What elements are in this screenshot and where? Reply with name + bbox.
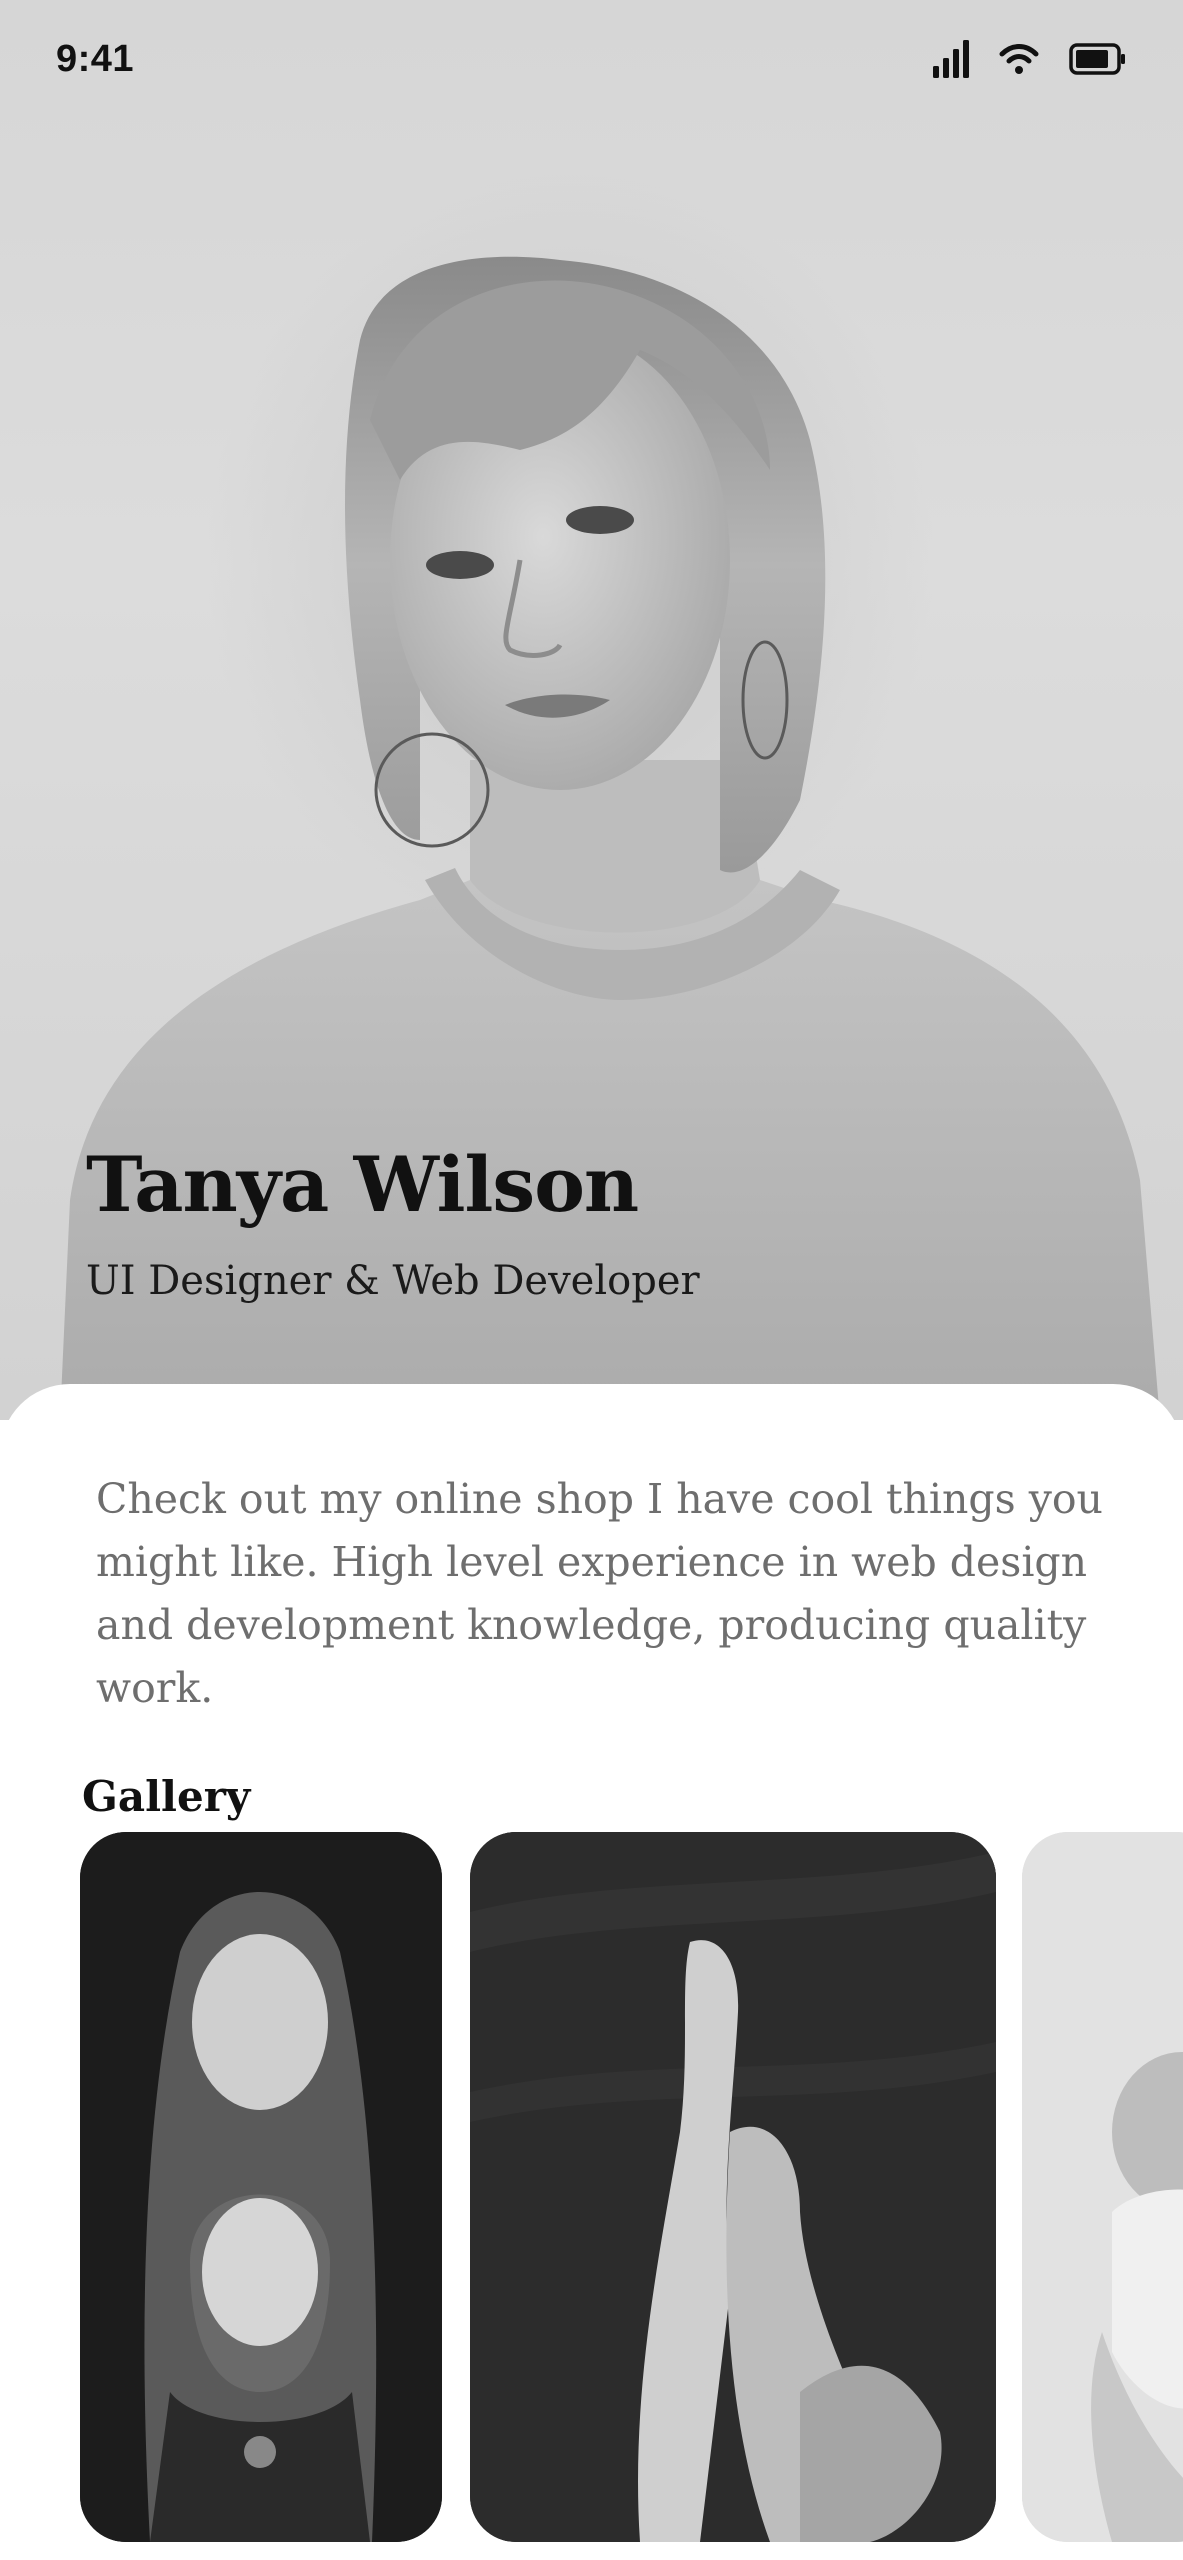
- status-bar: 9:41: [0, 0, 1183, 118]
- battery-icon: [1069, 43, 1125, 75]
- cellular-signal-icon: [933, 40, 969, 78]
- gallery-photo-mother-daughter: [80, 1832, 442, 2542]
- gallery-photo-baby: [1022, 1832, 1183, 2542]
- gallery-item[interactable]: [470, 1832, 996, 2542]
- profile-name: Tanya Wilson: [86, 1140, 639, 1229]
- status-icons: [933, 40, 1127, 78]
- gallery-item[interactable]: [80, 1832, 442, 2542]
- wifi-icon: [999, 44, 1039, 74]
- gallery-photo-legs-water: [470, 1832, 996, 2542]
- bio-text: Check out my online shop I have cool thi…: [96, 1475, 1103, 1712]
- gallery-title: Gallery: [82, 1772, 251, 1821]
- profile-role: UI Designer & Web Developer: [86, 1258, 700, 1304]
- status-time: 9:41: [56, 37, 135, 80]
- gallery-carousel[interactable]: [0, 1832, 1183, 2560]
- gallery-item[interactable]: [1022, 1832, 1183, 2542]
